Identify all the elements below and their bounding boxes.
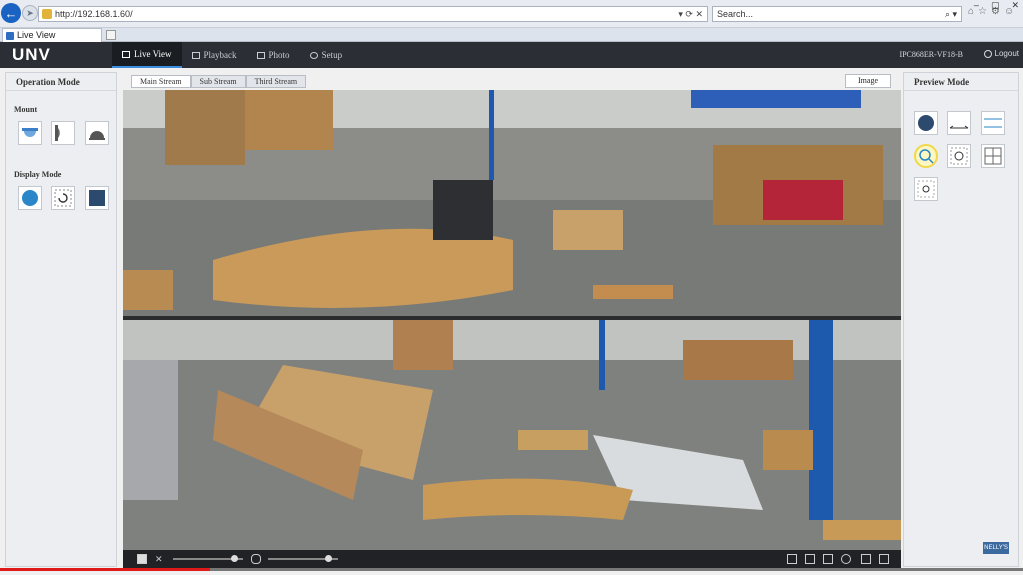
nav-label: Live View <box>134 49 172 59</box>
gear-icon <box>309 51 318 59</box>
browser-toolbar: ← ➤ http://192.168.1.60/ ▾ ⟳ ✕ Search...… <box>0 0 1023 28</box>
nav-setup[interactable]: Setup <box>300 42 353 68</box>
tab-third-stream[interactable]: Third Stream <box>245 75 307 88</box>
mount-label: Mount <box>14 105 38 114</box>
desktop-mount-icon[interactable] <box>85 121 109 145</box>
panel-title: Preview Mode <box>904 73 1018 91</box>
view-divider <box>123 316 901 320</box>
display-mode-label: Display Mode <box>14 170 62 179</box>
logout-button[interactable]: Logout <box>983 49 1019 58</box>
record-icon[interactable] <box>823 554 833 564</box>
new-tab-icon[interactable] <box>106 30 116 40</box>
fisheye-circle-icon[interactable] <box>914 111 938 135</box>
brand-logo: UNV <box>12 45 51 64</box>
mute-icon[interactable]: ✕ <box>155 554 165 564</box>
video-progress-played <box>0 568 210 571</box>
stop-icon[interactable] <box>137 554 147 564</box>
ptz-zoom-icon[interactable] <box>914 144 938 168</box>
operation-mode-panel: Operation Mode Mount Display Mode <box>5 72 117 567</box>
main-nav: Live View Playback Photo Setup <box>112 42 352 68</box>
nav-playback[interactable]: Playback <box>182 42 247 68</box>
nav-label: Photo <box>268 50 290 60</box>
site-icon <box>42 9 52 19</box>
snapshot-icon[interactable] <box>805 554 815 564</box>
forward-button[interactable]: ➤ <box>22 5 38 21</box>
quad-view-icon[interactable] <box>981 144 1005 168</box>
browser-tab[interactable]: Live View <box>2 28 102 42</box>
tab-favicon-icon <box>6 32 14 40</box>
window-controls: – ▢ ✕ <box>974 0 1019 11</box>
preview-mode-panel: Preview Mode <box>903 72 1019 567</box>
image-button[interactable]: Image <box>845 74 891 88</box>
aspect-icon[interactable] <box>861 554 871 564</box>
volume-knob[interactable] <box>231 555 238 562</box>
dual-panorama-icon[interactable] <box>981 111 1005 135</box>
address-tools-icon[interactable]: ▾ ⟳ ✕ <box>678 7 703 21</box>
monitor-icon <box>122 50 130 58</box>
fisheye-ptz-icon[interactable] <box>947 144 971 168</box>
close-icon[interactable]: ✕ <box>1011 0 1019 11</box>
device-model: IPC868ER-VF18-B <box>899 50 963 59</box>
tab-main-stream[interactable]: Main Stream <box>131 75 191 88</box>
url-text: http://192.168.1.60/ <box>55 9 133 19</box>
mic-knob[interactable] <box>325 555 332 562</box>
fullscreen-icon[interactable] <box>879 554 889 564</box>
wall-mount-icon[interactable] <box>51 121 75 145</box>
nav-label: Playback <box>203 50 237 60</box>
tab-sub-stream[interactable]: Sub Stream <box>190 75 246 88</box>
browser-tab-bar: Live View <box>0 28 1023 42</box>
image-icon <box>256 51 265 59</box>
stream-tabs: Main Stream Sub Stream Third Stream <box>131 75 307 88</box>
video-progress-remaining[interactable] <box>210 568 1023 571</box>
panel-title: Operation Mode <box>6 73 116 91</box>
panorama-square-icon[interactable] <box>85 186 109 210</box>
minimize-icon[interactable]: – <box>974 0 979 11</box>
fisheye-icon[interactable] <box>18 186 42 210</box>
logout-label: Logout <box>994 49 1019 58</box>
watermark-logo: NELLY'S <box>983 542 1009 554</box>
microphone-icon[interactable] <box>251 554 261 564</box>
player-controls: ✕ <box>123 550 901 568</box>
address-bar[interactable]: http://192.168.1.60/ ▾ ⟳ ✕ <box>38 6 708 22</box>
app-header: UNV Live View Playback Photo Setup IPC86… <box>0 42 1023 68</box>
nav-label: Setup <box>321 50 343 60</box>
power-icon <box>983 49 992 58</box>
tab-title: Live View <box>17 30 56 40</box>
search-placeholder: Search... <box>717 9 754 19</box>
film-icon <box>191 51 200 59</box>
back-button[interactable]: ← <box>1 3 21 23</box>
audio-icon[interactable] <box>841 554 851 564</box>
camera-feed <box>123 90 901 567</box>
refresh-icon[interactable] <box>51 186 75 210</box>
search-icon[interactable]: ⌕ ▾ <box>945 7 957 21</box>
nav-live-view[interactable]: Live View <box>112 42 182 68</box>
zoom-icon[interactable] <box>787 554 797 564</box>
panorama-180-icon[interactable] <box>947 111 971 135</box>
nav-photo[interactable]: Photo <box>247 42 300 68</box>
ceiling-mount-icon[interactable] <box>18 121 42 145</box>
single-ptz-icon[interactable] <box>914 177 938 201</box>
live-video-view[interactable] <box>123 90 901 567</box>
maximize-icon[interactable]: ▢ <box>991 0 1000 11</box>
search-input[interactable]: Search... ⌕ ▾ <box>712 6 962 22</box>
